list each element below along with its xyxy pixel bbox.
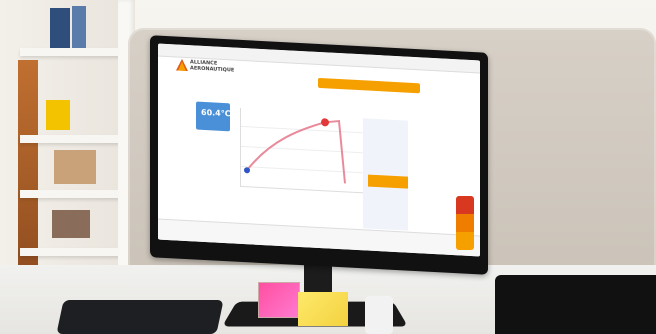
monitor: ALLIANCE AERONAUTIQUE 60.4°C [150, 35, 488, 275]
temperature-value: 60.4°C [201, 107, 231, 119]
orange-banner[interactable] [318, 77, 420, 94]
desk-phone [495, 275, 656, 334]
footer-band [158, 218, 480, 257]
company-logo [176, 58, 188, 72]
shelf-board [20, 190, 132, 198]
book [50, 8, 70, 48]
red-orange-widget [456, 196, 474, 250]
mug [365, 296, 393, 334]
yellow-box [46, 100, 70, 130]
book [72, 6, 86, 48]
temperature-chart [240, 107, 369, 194]
shelf-board [20, 135, 132, 143]
shelf-board [20, 48, 132, 56]
monitor-screen: ALLIANCE AERONAUTIQUE 60.4°C [158, 43, 480, 257]
chart-curve [244, 118, 346, 184]
bookshelf [0, 0, 135, 290]
sticky-notes-pink [258, 282, 300, 318]
keyboard [56, 300, 224, 334]
cardboard-box [54, 150, 96, 184]
office-photo: ALLIANCE AERONAUTIQUE 60.4°C [0, 0, 656, 334]
binder [52, 210, 90, 238]
shelf-board [20, 248, 132, 256]
orange-strip[interactable] [368, 174, 408, 189]
sticky-notes-yellow [298, 292, 348, 326]
